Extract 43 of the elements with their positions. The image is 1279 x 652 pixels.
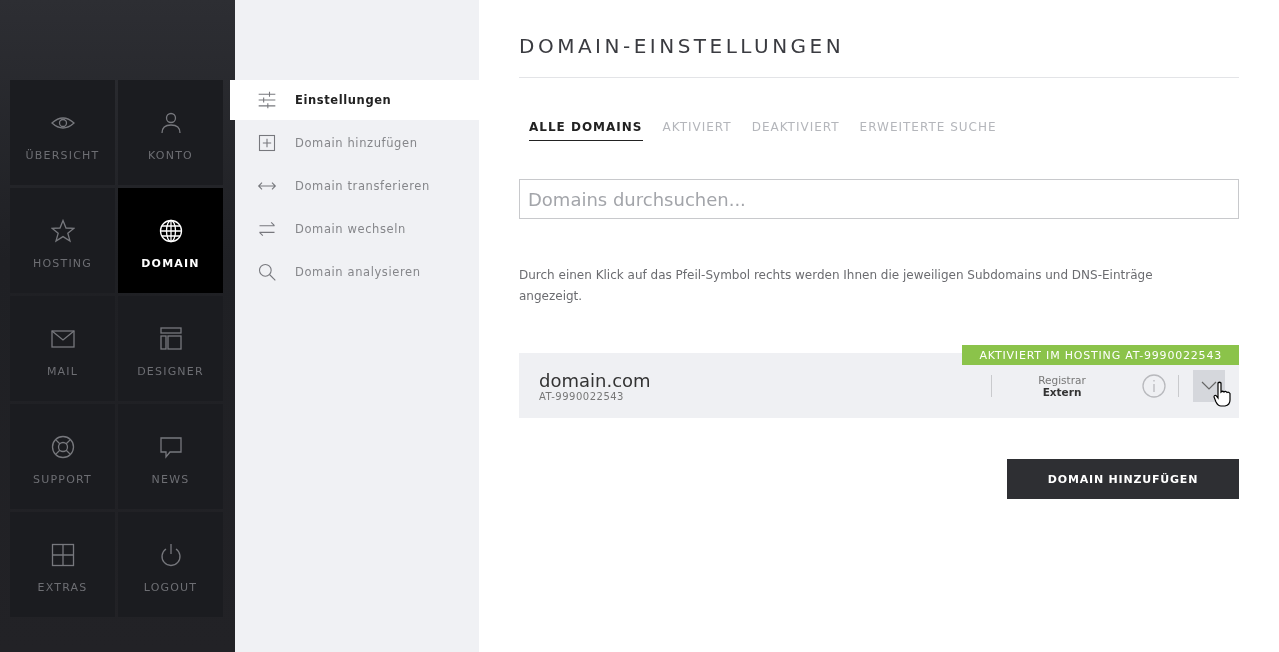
nav-tile[interactable]: SUPPORT [10,404,115,509]
nav-tile[interactable]: HOSTING [10,188,115,293]
tab[interactable]: AKTIVIERT [662,120,732,141]
nav-tile[interactable]: KONTO [118,80,223,185]
envelope-icon [50,327,75,351]
tab[interactable]: DEAKTIVIERT [751,120,840,141]
lifebuoy-icon [50,435,75,459]
nav-tile[interactable]: DESIGNER [118,296,223,401]
plus-square-icon [50,543,75,567]
search-field[interactable]: Domains durchsuchen... [519,179,1239,219]
nav-tile[interactable]: ÜBERSICHT [10,80,115,185]
swap-arrows-icon [257,219,277,239]
globe-icon [158,219,183,243]
domain-id: AT-9990022543 [539,390,625,402]
submenu-item[interactable]: Einstellungen [230,80,479,120]
status-badge: AKTIVIERT IM HOSTING AT-9990022543 [962,345,1239,365]
submenu-item[interactable]: Domain hinzufügen [230,123,479,163]
tab[interactable]: ERWEITERTE SUCHE [859,120,997,141]
chevron-down-icon [1201,380,1217,391]
tab[interactable]: ALLE DOMAINS [529,120,643,141]
hand-cursor-icon [1213,381,1231,407]
search-icon [257,262,277,282]
star-icon [50,219,75,243]
layout-icon [158,327,183,351]
registrar-value: Extern [1042,385,1082,398]
submenu-item[interactable]: Domain transferieren [230,166,479,206]
add-domain-button[interactable]: DOMAIN HINZUFÜGEN [1007,459,1239,499]
nav-tile[interactable]: NEWS [118,404,223,509]
plus-square-icon [257,133,277,153]
submenu-item[interactable]: Domain wechseln [230,209,479,249]
nav-tile[interactable]: MAIL [10,296,115,401]
speech-bubble-icon [158,435,183,459]
submenu-item[interactable]: Domain analysieren [230,252,479,292]
nav-tile[interactable]: EXTRAS [10,512,115,617]
nav-tile[interactable]: LOGOUT [118,512,223,617]
page-title: DOMAIN-EINSTELLUNGEN [519,34,1239,78]
nav-tile[interactable]: DOMAIN [118,188,223,293]
sliders-icon [257,90,277,110]
person-icon [158,111,183,135]
registrar-label: Registrar [1038,373,1086,386]
domain-name: domain.com [539,369,652,391]
hint-text: Durch einen Klick auf das Pfeil-Symbol rechts werden Ihnen die jeweiligen Subdomains und DNS-Einträge angezeigt. [519,267,1154,305]
power-icon [158,543,183,567]
